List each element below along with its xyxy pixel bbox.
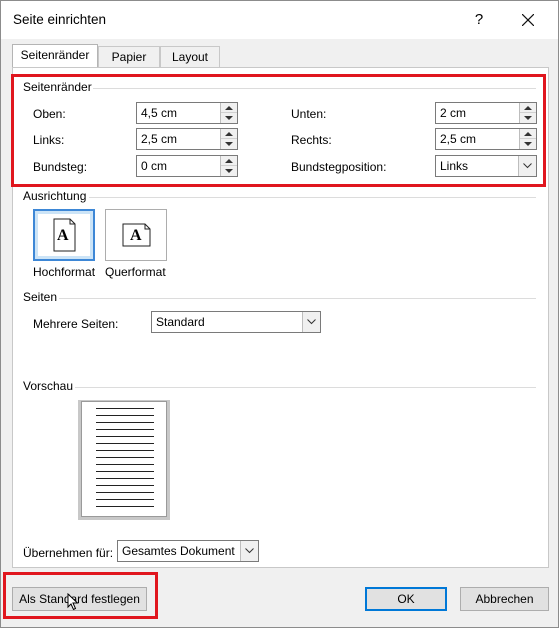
close-icon [522,14,534,26]
preview-text-line [96,436,154,437]
margins-divider [93,88,536,89]
bottom-margin-down-button[interactable] [520,113,536,123]
left-margin-label: Links: [33,133,65,147]
gutter-up-button[interactable] [221,156,237,166]
chevron-down-icon [523,163,532,169]
right-margin-label: Rechts: [291,133,332,147]
preview-page [81,401,167,517]
preview-text-line [96,464,154,465]
portrait-option[interactable]: A [33,209,95,261]
spin-up-icon [225,132,233,136]
set-as-default-button[interactable]: Als Standard festlegen [12,587,147,611]
top-margin-value: 4,5 cm [141,106,178,120]
bottom-margin-input[interactable]: 2 cm [435,102,537,124]
page-setup-dialog: Seite einrichten ? Seitenränder Papier L… [0,0,559,628]
preview-text-line [96,415,154,416]
landscape-label[interactable]: Querformat [105,265,166,279]
spin-up-icon [524,132,532,136]
margins-section-label: Seitenränder [23,80,92,94]
tab-papier[interactable]: Papier [98,46,160,68]
apply-to-label: Übernehmen für: [23,546,114,560]
gutter-position-value: Links [440,159,469,173]
spin-down-icon [524,142,532,146]
preview-text-line [96,429,154,430]
landscape-option[interactable]: A [105,209,167,261]
preview-text-line [96,471,154,472]
landscape-icon-letter: A [130,227,142,244]
preview-text-line [96,485,154,486]
apply-to-value: Gesamtes Dokument [122,544,235,558]
bottom-margin-up-button[interactable] [520,103,536,113]
pages-section-label: Seiten [23,290,58,304]
top-margin-up-button[interactable] [221,103,237,113]
gutter-position-dropdown-button[interactable] [518,156,536,176]
gutter-label: Bundsteg: [33,160,88,174]
preview-text-line [96,492,154,493]
orientation-divider [89,197,536,198]
right-margin-input[interactable]: 2,5 cm [435,128,537,150]
pages-divider [59,298,536,299]
spin-down-icon [524,116,532,120]
gutter-down-button[interactable] [221,166,237,176]
ok-button[interactable]: OK [365,587,447,611]
spin-down-icon [225,116,233,120]
preview-text-line [96,478,154,479]
mouse-pointer-icon [67,593,79,611]
cancel-button[interactable]: Abbrechen [460,587,549,611]
gutter-position-label: Bundstegposition: [291,160,387,174]
spin-down-icon [225,142,233,146]
preview-text-line [96,499,154,500]
gutter-position-select[interactable]: Links [435,155,537,177]
multiple-pages-dropdown-button[interactable] [302,312,320,332]
multiple-pages-label: Mehrere Seiten: [33,317,119,331]
preview-text-line [96,450,154,451]
gutter-input[interactable]: 0 cm [136,155,238,177]
title-bar: Seite einrichten ? [1,1,558,39]
tab-seitenraender[interactable]: Seitenränder [12,44,98,68]
top-margin-label: Oben: [33,107,66,121]
spin-up-icon [225,106,233,110]
spin-up-icon [225,159,233,163]
chevron-down-icon [245,548,254,554]
portrait-label[interactable]: Hochformat [33,265,95,279]
top-margin-input[interactable]: 4,5 cm [136,102,238,124]
left-margin-value: 2,5 cm [141,132,178,146]
preview-text-line [96,506,154,507]
close-button[interactable] [513,7,543,33]
chevron-down-icon [307,319,316,325]
preview-text-line [96,422,154,423]
dialog-title: Seite einrichten [13,12,107,27]
apply-to-select[interactable]: Gesamtes Dokument [117,540,259,562]
right-margin-up-button[interactable] [520,129,536,139]
tab-layout[interactable]: Layout [160,46,220,68]
bottom-margin-label: Unten: [291,107,327,121]
preview-text-line [96,443,154,444]
right-margin-value: 2,5 cm [440,132,477,146]
preview-text-line [96,457,154,458]
right-margin-down-button[interactable] [520,139,536,149]
left-margin-down-button[interactable] [221,139,237,149]
bottom-margin-value: 2 cm [440,106,467,120]
portrait-icon-letter: A [57,227,69,244]
gutter-value: 0 cm [141,159,168,173]
preview-text-line [96,408,154,409]
spin-down-icon [225,169,233,173]
orientation-section-label: Ausrichtung [23,189,87,203]
left-margin-up-button[interactable] [221,129,237,139]
preview-divider [75,387,536,388]
multiple-pages-select[interactable]: Standard [151,311,321,333]
top-margin-down-button[interactable] [221,113,237,123]
spin-up-icon [524,106,532,110]
apply-to-dropdown-button[interactable] [240,541,258,561]
help-button[interactable]: ? [467,9,491,31]
multiple-pages-value: Standard [156,315,205,329]
preview-section-label: Vorschau [23,379,74,393]
left-margin-input[interactable]: 2,5 cm [136,128,238,150]
